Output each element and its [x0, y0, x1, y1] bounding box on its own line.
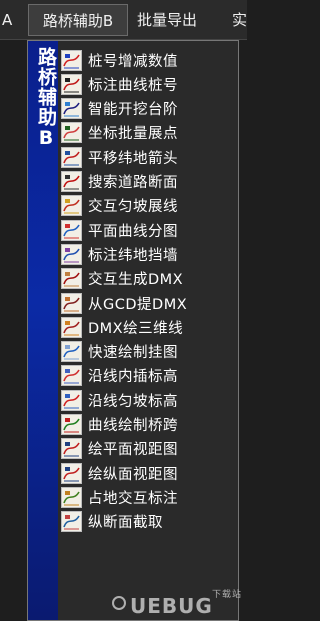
- menu-item[interactable]: 曲线绘制桥跨: [61, 413, 236, 437]
- k-curve-icon: [61, 73, 82, 95]
- chart-draw-icon: [61, 341, 82, 363]
- step-excavation-icon: [61, 98, 82, 120]
- profile-cut-icon: [61, 511, 82, 533]
- retaining-wall-icon: [61, 243, 82, 265]
- menu-item[interactable]: 从GCD提DMX: [61, 291, 236, 315]
- menu-item-partial-right[interactable]: 实: [232, 4, 247, 36]
- menu-item-label: 绘纵面视距图: [88, 466, 178, 483]
- profile-sight-icon: [61, 462, 82, 484]
- points-icon: [61, 122, 82, 144]
- dmx-extract-icon: [61, 292, 82, 314]
- menu-item-label: 纵断面截取: [88, 515, 163, 532]
- watermark-brand: UEBUG: [130, 594, 213, 618]
- menu-item[interactable]: 纵断面截取: [61, 510, 236, 534]
- menu-item-label: DMX绘三维线: [88, 320, 184, 337]
- watermark: UEBUG 下载站: [112, 590, 244, 618]
- menu-item-label: 坐标批量展点: [88, 126, 178, 143]
- menu-item[interactable]: 绘纵面视距图: [61, 461, 236, 485]
- menu-item[interactable]: 沿线内插标高: [61, 364, 236, 388]
- menu-luqiao-fuzhu-b[interactable]: 路桥辅助B: [28, 4, 128, 36]
- menu-bar: A 路桥辅助B 批量导出 实: [0, 0, 247, 40]
- uniform-slope-icon: [61, 389, 82, 411]
- menu-item-label: 智能开挖台阶: [88, 102, 178, 119]
- menu-item[interactable]: 绘平面视距图: [61, 437, 236, 461]
- menu-item[interactable]: 坐标批量展点: [61, 121, 236, 145]
- menu-item-label: 曲线绘制桥跨: [88, 418, 178, 434]
- menu-item[interactable]: 标注曲线桩号: [61, 72, 236, 96]
- k-plus-icon: [61, 49, 82, 71]
- menu-item-label: 沿线匀坡标高: [88, 393, 178, 410]
- side-title: 路桥辅助B: [35, 47, 57, 150]
- dmx-generate-icon: [61, 268, 82, 290]
- menu-item[interactable]: 平移纬地箭头: [61, 145, 236, 169]
- menu-item[interactable]: 交互生成DMX: [61, 267, 236, 291]
- watermark-logo-icon: [112, 596, 126, 610]
- wid-search-icon: [61, 171, 82, 192]
- menu-batch-export[interactable]: 批量导出: [137, 4, 197, 36]
- menu-item-label: 绘平面视距图: [88, 442, 178, 459]
- arrow-move-icon: [61, 146, 82, 168]
- dropdown-menu: 路桥辅助B 桩号增减数值 标注曲线桩号 智能开挖台阶 坐标批量展点 平移纬地箭头 搜索道路…: [27, 40, 239, 621]
- side-title-strip: 路桥辅助B: [28, 41, 58, 620]
- menu-item-label: 标注纬地挡墙: [88, 247, 178, 264]
- menu-item-label: 标注曲线桩号: [88, 77, 178, 94]
- menu-item-label: 平移纬地箭头: [88, 150, 178, 167]
- interpolate-icon: [61, 365, 82, 387]
- watermark-tag: 下载站: [211, 590, 242, 600]
- menu-item[interactable]: 沿线匀坡标高: [61, 388, 236, 412]
- menu-item-label: 搜索道路断面: [88, 175, 178, 191]
- menu-item[interactable]: DMX绘三维线: [61, 315, 236, 339]
- menu-item-label: 快速绘制挂图: [88, 345, 178, 362]
- plan-sight-icon: [61, 438, 82, 460]
- menu-item[interactable]: 交互匀坡展线: [61, 194, 236, 218]
- menu-item-label: 从GCD提DMX: [88, 296, 188, 313]
- menu-item[interactable]: 桩号增减数值: [61, 48, 236, 72]
- dmx-3d-icon: [61, 316, 82, 338]
- menu-item[interactable]: 平面曲线分图: [61, 218, 236, 242]
- menu-item-label: 沿线内插标高: [88, 369, 178, 386]
- menu-item[interactable]: 搜索道路断面: [61, 170, 236, 194]
- slope-line-icon: [61, 195, 82, 217]
- bridge-span-icon: [61, 414, 82, 435]
- menu-item[interactable]: 占地交互标注: [61, 485, 236, 509]
- menu-item-label: 桩号增减数值: [88, 53, 178, 70]
- land-annotate-icon: [61, 486, 82, 508]
- menu-item-partial-left[interactable]: A: [2, 4, 12, 36]
- menu-item-label: 交互匀坡展线: [88, 199, 178, 216]
- menu-item[interactable]: 标注纬地挡墙: [61, 242, 236, 266]
- menu-item-label: 平面曲线分图: [88, 223, 178, 240]
- menu-item[interactable]: 智能开挖台阶: [61, 97, 236, 121]
- menu-item-label: 占地交互标注: [88, 490, 178, 507]
- curve-split-icon: [61, 219, 82, 241]
- menu-item[interactable]: 快速绘制挂图: [61, 340, 236, 364]
- menu-item-label: 交互生成DMX: [88, 272, 184, 289]
